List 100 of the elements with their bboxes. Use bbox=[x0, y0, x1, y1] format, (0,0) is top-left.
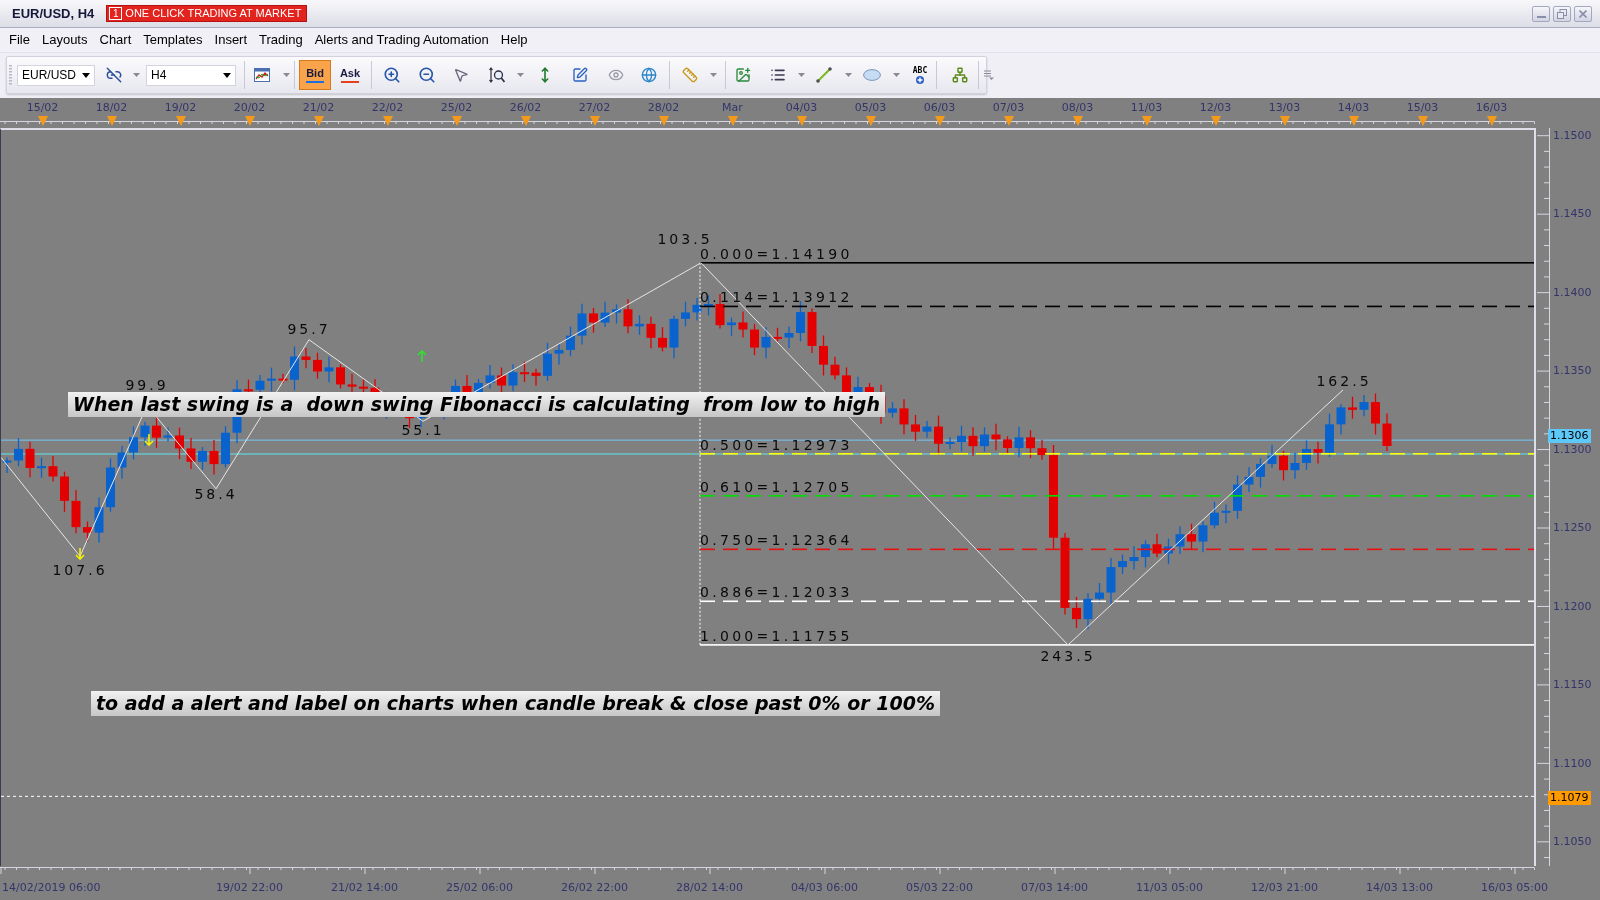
restore-icon bbox=[1557, 8, 1567, 19]
triangle-marker-icon bbox=[176, 116, 186, 126]
symbol-dropdown[interactable]: EUR/USD bbox=[17, 64, 95, 86]
ruler-icon[interactable] bbox=[682, 67, 698, 83]
list-icon[interactable] bbox=[770, 67, 786, 83]
triangle-marker-icon bbox=[452, 116, 462, 126]
line-tool-icon[interactable] bbox=[816, 67, 832, 83]
price-axis-label: 1.1100 bbox=[1553, 757, 1592, 770]
count-badge: 1 bbox=[109, 7, 123, 20]
price-tag: 1.1306 bbox=[1548, 429, 1591, 443]
fibonacci-level-label: 0.000=1.14190 bbox=[700, 245, 853, 262]
time-axis-label: 14/02/2019 06:00 bbox=[2, 880, 101, 894]
fibonacci-level-label: 1.000=1.11755 bbox=[700, 627, 853, 644]
time-axis-label: 16/03 05:00 bbox=[1481, 880, 1548, 894]
date-axis-label: 14/03 bbox=[1337, 101, 1370, 114]
restore-button[interactable] bbox=[1553, 5, 1571, 22]
time-axis-label: 19/02 22:00 bbox=[216, 880, 283, 894]
date-axis-label: 06/03 bbox=[923, 101, 956, 114]
close-button[interactable] bbox=[1574, 5, 1592, 22]
time-axis-label: 07/03 14:00 bbox=[1021, 880, 1088, 894]
quote-toggle[interactable]: Bid bbox=[299, 60, 331, 90]
menu-item[interactable]: Chart bbox=[93, 32, 138, 48]
triangle-marker-icon bbox=[1073, 116, 1083, 126]
triangle-marker-icon bbox=[383, 116, 393, 126]
cursor-icon[interactable] bbox=[453, 67, 469, 83]
menu-item[interactable]: Alerts and Trading Automation bbox=[308, 32, 495, 48]
ellipse-icon[interactable] bbox=[863, 69, 881, 81]
price-axis-label: 1.1050 bbox=[1553, 836, 1592, 849]
globe-icon[interactable] bbox=[641, 67, 657, 83]
time-axis-label: 21/02 14:00 bbox=[331, 880, 398, 894]
triangle-marker-icon bbox=[245, 116, 255, 126]
caret-icon[interactable] bbox=[223, 72, 231, 78]
date-axis-label: 04/03 bbox=[785, 101, 818, 114]
caret-icon[interactable] bbox=[82, 72, 90, 78]
triangle-marker-icon bbox=[1211, 116, 1221, 126]
quote-toggle[interactable]: Ask bbox=[334, 60, 366, 90]
vertical-zoom-icon[interactable] bbox=[489, 67, 505, 83]
triangle-marker-icon bbox=[1280, 116, 1290, 126]
triangle-marker-icon bbox=[1487, 116, 1497, 126]
triangle-marker-icon bbox=[107, 116, 117, 126]
price-axis-label: 1.1250 bbox=[1553, 522, 1592, 535]
date-axis-label: 25/02 bbox=[440, 101, 473, 114]
triangle-marker-icon bbox=[590, 116, 600, 126]
price-axis-label: 1.1200 bbox=[1553, 600, 1592, 613]
text-tool-button[interactable]: ABC bbox=[910, 64, 930, 86]
price-axis-label: 1.1500 bbox=[1553, 130, 1592, 142]
minimize-button[interactable] bbox=[1532, 5, 1550, 22]
triangle-marker-icon bbox=[521, 116, 531, 126]
menu-item[interactable]: File bbox=[3, 32, 36, 48]
menu-item[interactable]: Templates bbox=[137, 32, 209, 48]
unlink-icon[interactable] bbox=[106, 67, 122, 83]
one-click-trading-button[interactable]: 1 ONE CLICK TRADING AT MARKET bbox=[106, 5, 308, 22]
time-axis-label: 11/03 05:00 bbox=[1136, 880, 1203, 894]
price-axis-label: 1.1350 bbox=[1553, 365, 1592, 378]
hierarchy-icon[interactable] bbox=[952, 67, 968, 83]
date-axis-label: 19/02 bbox=[164, 101, 197, 114]
date-axis-label: 07/03 bbox=[992, 101, 1025, 114]
zoom-in-icon[interactable] bbox=[383, 66, 401, 84]
price-axis-label: 1.1150 bbox=[1553, 679, 1592, 692]
zoom-out-icon[interactable] bbox=[418, 66, 436, 84]
date-axis-label: 28/02 bbox=[647, 101, 680, 114]
menu-item[interactable]: Trading bbox=[253, 32, 309, 48]
swing-value-label: 243.5 bbox=[1040, 648, 1096, 664]
date-axis-label: 13/03 bbox=[1268, 101, 1301, 114]
date-axis-label: 08/03 bbox=[1061, 101, 1094, 114]
triangle-marker-icon bbox=[1418, 116, 1428, 126]
eye-icon[interactable] bbox=[608, 67, 624, 83]
price-axis-label: 1.1450 bbox=[1553, 208, 1592, 221]
date-axis-label: 11/03 bbox=[1130, 101, 1163, 114]
plus-circle-icon bbox=[916, 76, 924, 84]
triangle-marker-icon bbox=[314, 116, 324, 126]
menu-item[interactable]: Help bbox=[494, 32, 534, 48]
window-title: EUR/USD, H4 bbox=[12, 4, 95, 23]
time-axis-label: 12/03 21:00 bbox=[1251, 880, 1318, 894]
triangle-marker-icon bbox=[1349, 116, 1359, 126]
image-plus-icon[interactable] bbox=[735, 67, 751, 83]
timeframe-dropdown[interactable]: H4 bbox=[146, 64, 236, 86]
price-axis-label: 1.1400 bbox=[1553, 286, 1592, 299]
swing-value-label: 103.5 bbox=[657, 231, 713, 247]
date-axis-label: 15/03 bbox=[1406, 101, 1439, 114]
close-icon bbox=[1579, 9, 1587, 18]
line-chart-icon[interactable] bbox=[254, 68, 270, 82]
date-axis-label: 16/03 bbox=[1475, 101, 1508, 114]
menu-item[interactable]: Layouts bbox=[35, 32, 94, 48]
edit-icon[interactable] bbox=[572, 67, 588, 83]
date-axis-label: 21/02 bbox=[302, 101, 335, 114]
triangle-marker-icon bbox=[1142, 116, 1152, 126]
date-axis-label: Mar bbox=[722, 101, 743, 114]
triangle-marker-icon bbox=[728, 116, 738, 126]
menu-item[interactable]: Insert bbox=[208, 32, 254, 48]
annotation-label: to add a alert and label on charts when candle break & close past 0% or 100% bbox=[91, 691, 940, 716]
time-axis-label: 14/03 13:00 bbox=[1366, 880, 1433, 894]
price-tag: 1.1079 bbox=[1548, 791, 1591, 805]
date-axis-label: 15/02 bbox=[26, 101, 59, 114]
grip-icon[interactable] bbox=[9, 64, 12, 86]
overflow-icon[interactable] bbox=[984, 70, 994, 80]
triangle-marker-icon bbox=[38, 116, 48, 126]
date-axis-label: 12/03 bbox=[1199, 101, 1232, 114]
date-axis-label: 22/02 bbox=[371, 101, 404, 114]
triangle-marker-icon bbox=[797, 116, 807, 126]
